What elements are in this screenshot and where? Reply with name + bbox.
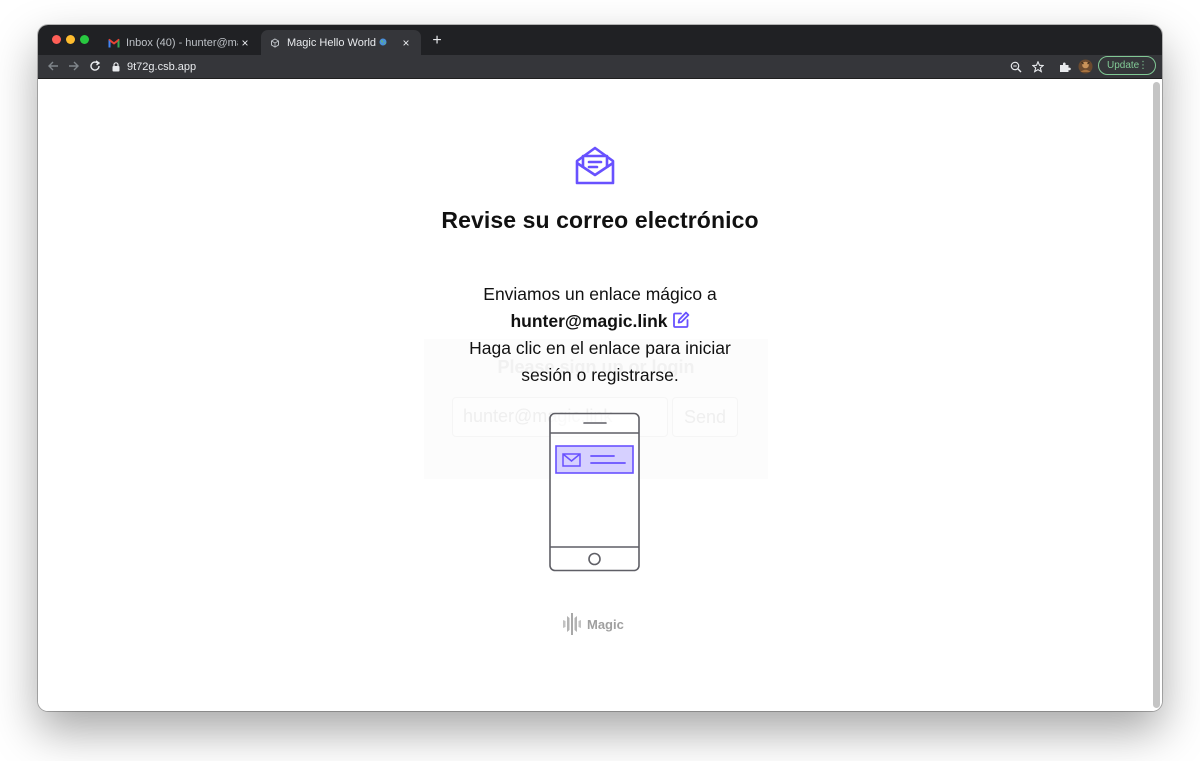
forward-button[interactable] (66, 58, 82, 74)
tab-inbox-title: Inbox (40) - hunter@magic.link (126, 36, 238, 49)
magic-logo-icon (563, 613, 581, 635)
magic-brand: Magic (562, 613, 624, 635)
url-text: 9t72g.csb.app (127, 60, 197, 73)
extensions-puzzle-icon[interactable] (1057, 59, 1072, 74)
gmail-icon (108, 37, 120, 49)
codesandbox-icon (269, 37, 281, 49)
arrow-left-icon (48, 61, 58, 71)
back-button[interactable] (45, 58, 61, 74)
update-button[interactable]: Update ⋮ (1098, 56, 1156, 75)
tab-inbox[interactable]: Inbox (40) - hunter@magic.link × (100, 30, 260, 55)
tab-magic-hello-world[interactable]: Magic Hello World × (261, 30, 421, 55)
arrow-right-icon (69, 61, 79, 71)
new-tab-button[interactable]: + (429, 33, 445, 49)
page-scrollbar[interactable] (1153, 82, 1160, 708)
zoom-icon[interactable] (1008, 59, 1023, 74)
tab-magic-hello-world-title: Magic Hello World (287, 37, 399, 49)
update-label: Update (1107, 60, 1140, 71)
menu-kebab-icon[interactable]: ⋮ (1138, 59, 1148, 72)
open-envelope-icon (575, 146, 615, 185)
reload-icon (90, 60, 101, 71)
instruction-line-2: sesión o registrarse. (521, 365, 679, 385)
page-content: Please sign up or login hunter@magic.lin… (38, 79, 1162, 711)
globe-icon (379, 38, 387, 45)
tab-strip: Inbox (40) - hunter@magic.link × Magic H… (38, 25, 1162, 55)
maximize-window-button[interactable] (80, 35, 89, 44)
sent-message: Enviamos un enlace mágico a (483, 284, 717, 304)
reload-button[interactable] (87, 58, 103, 74)
minimize-window-button[interactable] (66, 35, 75, 44)
profile-avatar[interactable] (1078, 59, 1093, 74)
modal-heading: Revise su correo electrónico (441, 207, 759, 233)
tab-magic-close-icon[interactable]: × (399, 36, 413, 50)
lock-icon (112, 61, 120, 72)
star-icon[interactable] (1030, 59, 1045, 74)
tab-inbox-close-icon[interactable]: × (238, 36, 252, 50)
magic-brand-label: Magic (587, 616, 624, 632)
close-window-button[interactable] (52, 35, 61, 44)
edit-icon[interactable] (672, 311, 690, 329)
email-row: hunter@magic.link (300, 311, 900, 332)
browser-toolbar: 9t72g.csb.app Update ⋮ (38, 55, 1162, 79)
phone-illustration (549, 412, 640, 572)
tab-title-text: Magic Hello World (287, 36, 377, 49)
email-address: hunter@magic.link (510, 311, 668, 331)
send-button[interactable]: Send (672, 397, 738, 437)
address-bar[interactable]: 9t72g.csb.app (112, 57, 1002, 76)
browser-window: Inbox (40) - hunter@magic.link × Magic H… (38, 25, 1162, 711)
instruction-line-1: Haga clic en el enlace para iniciar (469, 338, 731, 358)
